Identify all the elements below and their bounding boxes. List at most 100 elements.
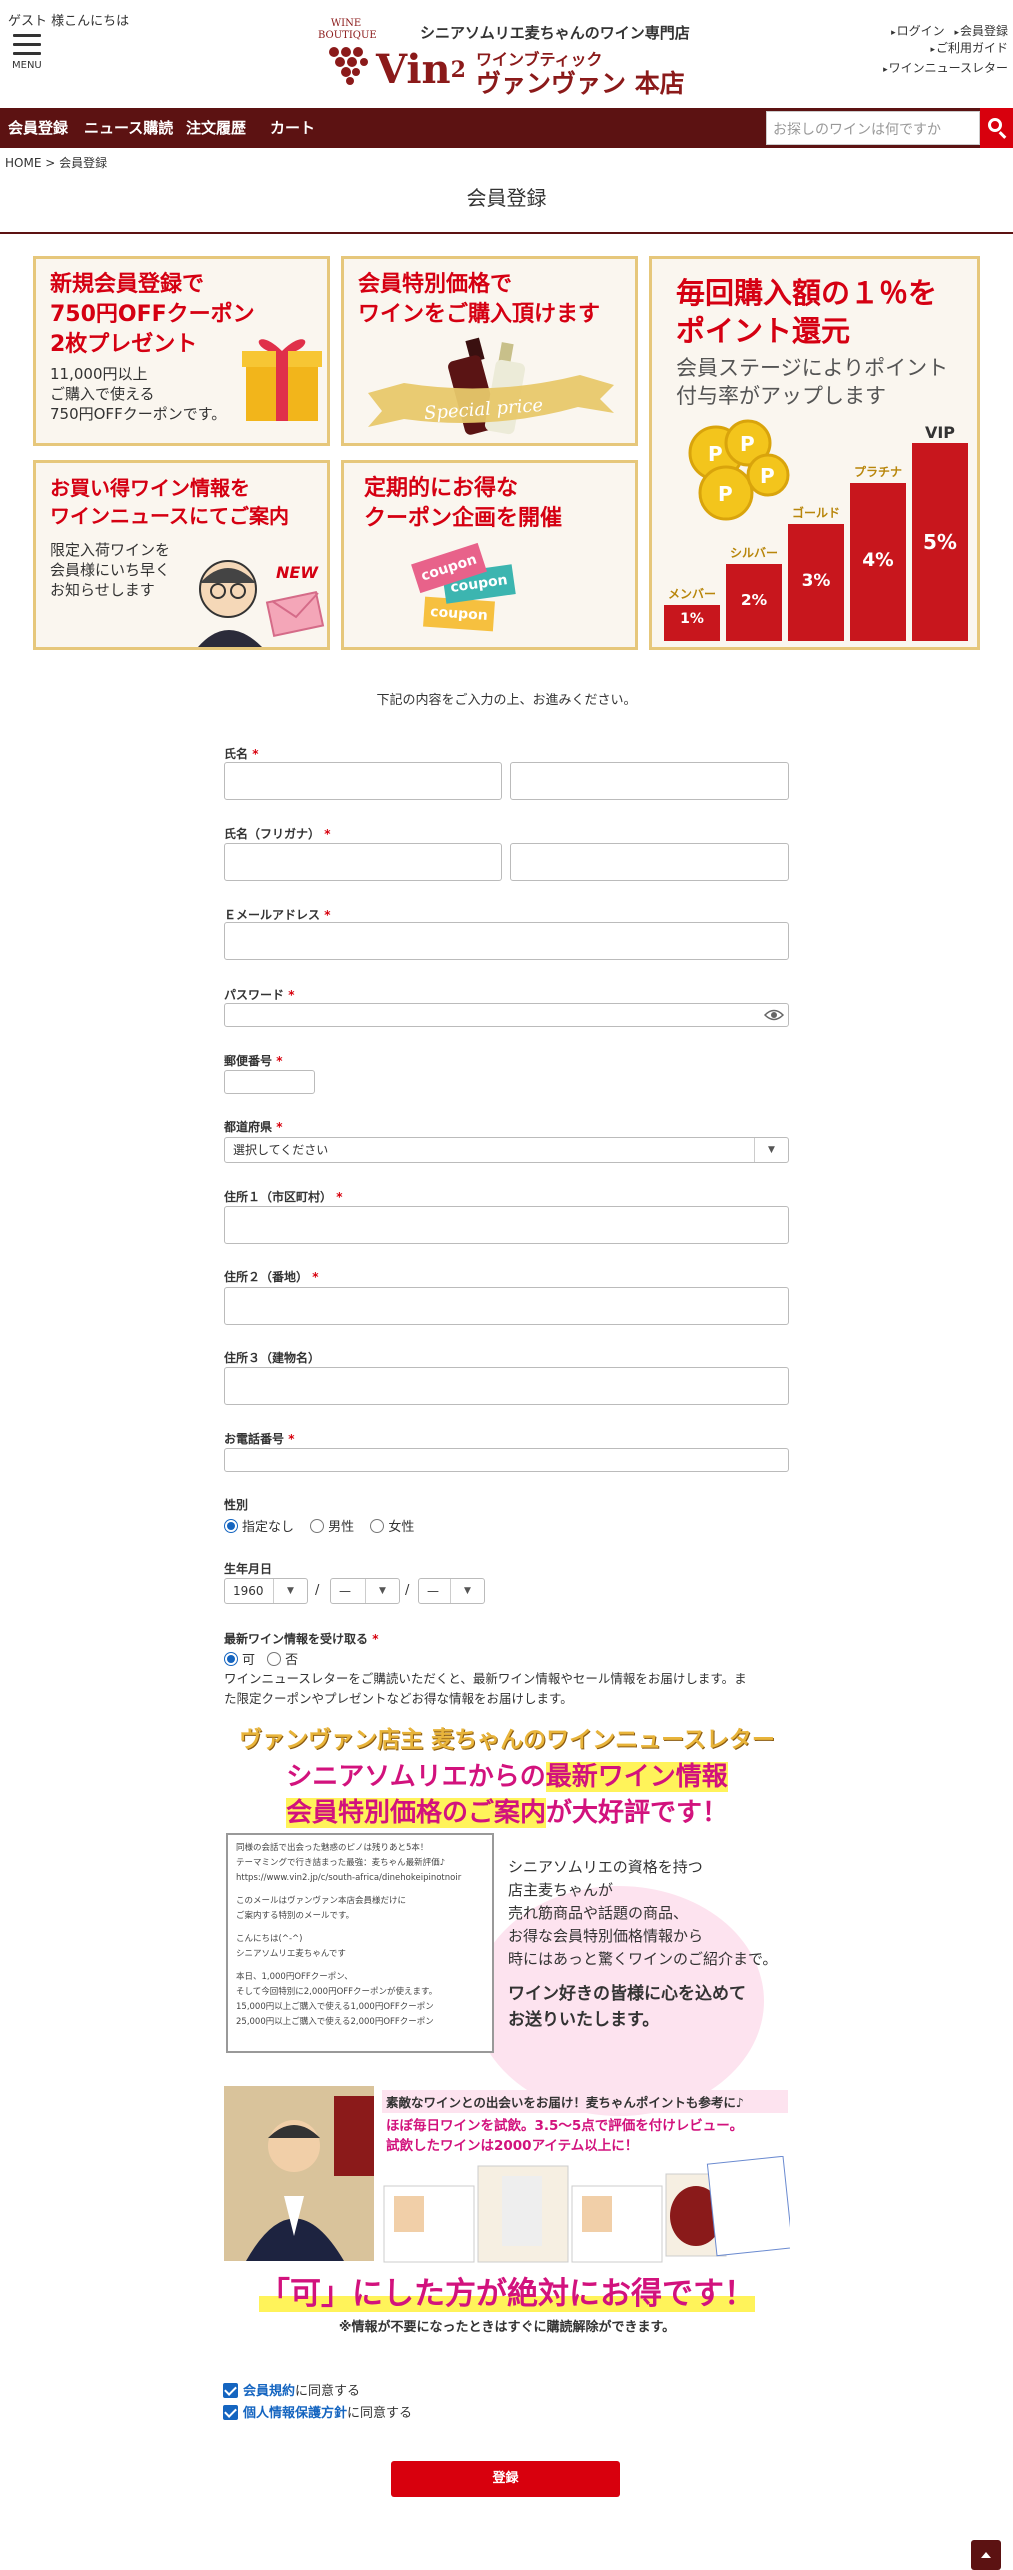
radio-checked-icon: [224, 1519, 238, 1533]
required-mark: *: [252, 747, 259, 761]
chevron-down-icon: ▼: [273, 1579, 307, 1603]
radio-checked-icon: [224, 1652, 238, 1666]
grape-icon: [329, 47, 368, 85]
gender-option-female[interactable]: 女性: [370, 1519, 414, 1535]
required-mark: *: [312, 1270, 319, 1284]
title-divider: [0, 232, 1013, 234]
campaign-heading-2: クーポン企画を開催: [364, 506, 563, 531]
search-input[interactable]: お探しのワインは何ですか: [766, 111, 980, 145]
gender-option-male[interactable]: 男性: [310, 1519, 354, 1535]
nav-register[interactable]: 会員登録: [8, 108, 68, 148]
email-label-text: Ｅメールアドレス: [224, 908, 321, 922]
privacy-link[interactable]: 個人情報保護方針: [243, 2406, 347, 2421]
first-name-kana-field[interactable]: [510, 843, 789, 881]
zip-field[interactable]: [224, 1070, 315, 1094]
nav-cart[interactable]: カート: [270, 108, 315, 148]
coupon-sub-3: 750円OFFクーポンです。: [50, 405, 227, 423]
register-button[interactable]: 登録: [391, 2461, 620, 2497]
zip-label-text: 郵便番号: [224, 1054, 273, 1068]
phone-label-text: お電話番号: [224, 1432, 285, 1446]
wine-news-banner: お買い得ワイン情報を ワインニュースにてご案内 限定入荷ワインを 会員様にいち早…: [33, 460, 330, 650]
prefecture-label-text: 都道府県: [224, 1120, 273, 1134]
form-intro: 下記の内容をご入力の上、お進みください。: [376, 693, 637, 708]
birth-month-select[interactable]: — ▼: [330, 1578, 400, 1604]
nav-order-history[interactable]: 注文履歴: [186, 108, 246, 148]
site-logo[interactable]: WINE BOUTIQUE シニアソムリエ麦ちゃんのワイン専門店 Vin2 ワイ…: [318, 18, 698, 98]
search-button[interactable]: [980, 108, 1013, 148]
birth-year-select[interactable]: 1960 ▼: [224, 1578, 308, 1604]
eye-icon[interactable]: [764, 1008, 784, 1022]
newsletter-description-line2: た限定クーポンやプレゼントなどお得な情報をお届けします。: [224, 1691, 573, 1706]
last-name-field[interactable]: [224, 762, 502, 800]
prefecture-value: 選択してください: [233, 1143, 329, 1157]
promo-note: ※情報が不要になったときはすぐに購読解除ができます。: [338, 2320, 676, 2335]
newsletter-radio-group: 可 否: [224, 1649, 298, 1668]
news-sub-2: 会員様にいち早く: [50, 561, 171, 579]
login-link[interactable]: ログイン: [891, 24, 945, 38]
password-label: パスワード *: [224, 986, 294, 1003]
newsletter-description: ワインニュースレターをご購読いただくと、最新ワイン情報やセール情報をお届けします…: [224, 1669, 794, 1709]
news-heading-1: お買い得ワイン情報を: [50, 476, 250, 500]
phone-field[interactable]: [224, 1448, 789, 1472]
review-banner-c: 試飲したワインは2000アイテム以上に！: [386, 2138, 639, 2154]
password-field[interactable]: [224, 1003, 789, 1027]
promo-line1b: 最新ワイン情報: [545, 1762, 728, 1792]
register-link[interactable]: 会員登録: [954, 24, 1008, 38]
date-separator: /: [405, 1583, 410, 1598]
kana-label: 氏名（フリガナ） *: [224, 825, 330, 842]
gender-option-none[interactable]: 指定なし: [224, 1519, 294, 1535]
promo-big-message: 「可」にした方が絶対にお得です！: [224, 2268, 790, 2313]
points-heading-1: 毎回購入額の１％を: [676, 276, 938, 310]
address3-field[interactable]: [224, 1367, 789, 1405]
newsletter-option-no[interactable]: 否: [267, 1652, 298, 1668]
radio-icon: [310, 1519, 325, 1533]
review-banner-b: ほぼ毎日ワインを試飲。3.5～5点で評価を付けレビュー。: [386, 2118, 744, 2134]
newsletter-yes-text: 可: [242, 1653, 256, 1668]
kana-label-text: 氏名（フリガナ）: [224, 827, 321, 841]
birth-month-value: —: [339, 1584, 351, 1598]
coupon-heading-1: 新規会員登録で: [50, 272, 205, 297]
stage-name-1: メンバー: [667, 587, 716, 601]
sommelier-photo: [224, 2086, 374, 2261]
stage-rate-3: 3%: [801, 570, 831, 591]
privacy-rest: に同意する: [347, 2406, 413, 2421]
site-header: ゲスト 様こんにちは MENU WINE BOUTIQUE シニアソムリエ麦ちゃ…: [0, 0, 1013, 108]
newsletter-option-yes[interactable]: 可: [224, 1652, 256, 1668]
chevron-down-icon: ▼: [754, 1138, 788, 1162]
radio-icon: [370, 1519, 385, 1533]
chevron-down-icon: ▼: [365, 1579, 399, 1603]
name-label: 氏名 *: [224, 745, 258, 762]
menu-label: MENU: [12, 60, 42, 71]
first-name-field[interactable]: [510, 762, 789, 800]
guest-greeting: ゲスト 様こんにちは: [8, 14, 130, 29]
news-sub-3: お知らせします: [50, 581, 155, 599]
terms-link[interactable]: 会員規約: [243, 2384, 295, 2399]
last-name-kana-field[interactable]: [224, 843, 502, 881]
points-sub-1: 会員ステージによりポイント: [676, 356, 949, 380]
promo-desc-bold-line: お送りいたします。: [508, 2010, 660, 2030]
birth-day-select[interactable]: — ▼: [418, 1578, 485, 1604]
address1-field[interactable]: [224, 1206, 789, 1244]
coupon-sub-2: ご購入で使える: [50, 385, 155, 403]
address2-field[interactable]: [224, 1287, 789, 1325]
back-to-top-button[interactable]: [971, 2540, 1001, 2570]
email-field[interactable]: [224, 922, 789, 960]
stage-name-4: プラチナ: [853, 465, 902, 479]
nav-news[interactable]: ニュース購読: [84, 108, 173, 148]
menu-button[interactable]: MENU: [12, 34, 46, 71]
guide-link[interactable]: ご利用ガイド: [930, 41, 1008, 55]
newsletter-link[interactable]: ワインニュースレター: [883, 61, 1008, 75]
agree-terms-checkbox[interactable]: 会員規約に同意する: [223, 2380, 360, 2399]
campaign-heading-1: 定期的にお得な: [364, 476, 519, 501]
name-label-text: 氏名: [224, 747, 249, 761]
coupon-banner: 新規会員登録で 750円OFFクーポン 2枚プレゼント 11,000円以上 ご購…: [33, 256, 330, 446]
terms-rest: に同意する: [295, 2384, 361, 2399]
email-line: ご案内する特別のメールです。: [236, 1911, 355, 1921]
phone-label: お電話番号 *: [224, 1430, 294, 1447]
address2-label-text: 住所２（番地）: [224, 1270, 309, 1284]
radio-icon: [267, 1652, 282, 1666]
agree-privacy-checkbox[interactable]: 個人情報保護方針に同意する: [223, 2402, 412, 2421]
promo-desc-line: お得な会員特別価格情報から: [508, 1927, 704, 1945]
review-banner-a: 素敵なワインとの出会いをお届け！麦ちゃんポイントも参考に♪: [382, 2090, 788, 2113]
prefecture-select[interactable]: 選択してください ▼: [224, 1137, 789, 1163]
